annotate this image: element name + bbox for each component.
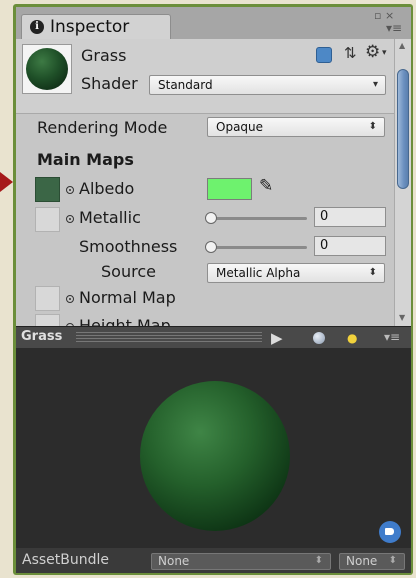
material-thumbnail[interactable] (22, 44, 72, 94)
shader-value: Standard (158, 78, 213, 92)
material-preview[interactable] (16, 348, 411, 548)
metallic-slider-handle[interactable] (205, 212, 217, 224)
inspector-window: i Inspector ▫ × ▾≡ Grass Shader Standard… (16, 7, 411, 573)
material-thumbnail-sphere (26, 48, 68, 90)
rendering-mode-label: Rendering Mode (37, 118, 168, 137)
assetbundle-bar: AssetBundle None ⬍ None ⬍ (16, 548, 411, 573)
source-label: Source (101, 262, 156, 281)
smoothness-slider-track[interactable] (209, 246, 307, 249)
rendering-mode-value: Opaque (216, 120, 264, 134)
scroll-up-icon[interactable]: ▲ (399, 41, 405, 50)
albedo-label: Albedo (79, 179, 135, 198)
source-value: Metallic Alpha (216, 266, 301, 280)
tag-icon[interactable] (379, 521, 401, 543)
gear-dropdown-icon[interactable]: ▾ (382, 48, 387, 58)
annotation-pointer-arrow (0, 172, 13, 192)
shader-label: Shader (81, 74, 138, 93)
normal-map-texture-slot[interactable] (35, 286, 60, 311)
preview-drag-grip[interactable] (76, 332, 262, 344)
source-dropdown[interactable]: Metallic Alpha ⬍ (207, 263, 385, 283)
info-icon: i (30, 20, 44, 34)
updown-arrow-icon: ⬍ (368, 267, 377, 278)
metallic-label: Metallic (79, 208, 141, 227)
metallic-slider-track[interactable] (209, 217, 307, 220)
assetbundle-name-dropdown[interactable]: None ⬍ (151, 553, 331, 570)
window-titlebar: i Inspector ▫ × ▾≡ (16, 7, 411, 40)
material-name: Grass (81, 46, 127, 65)
assetbundle-variant-dropdown[interactable]: None ⬍ (339, 553, 405, 570)
smoothness-value-field[interactable]: 0 (314, 236, 386, 256)
eyedropper-icon[interactable]: ✎ (259, 176, 273, 196)
updown-arrow-icon: ⬍ (368, 121, 377, 132)
updown-arrow-icon: ⬍ (314, 555, 323, 566)
smoothness-slider-handle[interactable] (205, 241, 217, 253)
chevron-down-icon: ▾ (372, 79, 378, 90)
metallic-value-field[interactable]: 0 (314, 207, 386, 227)
preview-menu-icon[interactable]: ▾≡ (384, 330, 400, 344)
inspector-panel: Grass Shader Standard ▾ ⇅ ⚙ ▾ Rendering … (16, 39, 394, 326)
preview-toolbar: Grass ▶ ● ▾≡ (16, 326, 411, 349)
scroll-down-icon[interactable]: ▼ (399, 313, 405, 322)
assetbundle-label: AssetBundle (22, 552, 110, 568)
height-map-label: Height Map (79, 316, 171, 326)
height-map-texture-slot[interactable] (35, 314, 60, 326)
presets-icon[interactable]: ⇅ (344, 44, 357, 62)
shader-dropdown[interactable]: Standard ▾ (149, 75, 386, 95)
preview-sphere (140, 381, 290, 531)
tab-label: Inspector (50, 17, 130, 37)
assetbundle-variant-value: None (346, 554, 378, 568)
lights-icon[interactable]: ● (347, 331, 357, 345)
preview-title: Grass (21, 329, 63, 344)
rendering-mode-dropdown[interactable]: Opaque ⬍ (207, 117, 385, 137)
object-picker-icon[interactable] (66, 295, 74, 303)
smoothness-label: Smoothness (79, 237, 178, 256)
gear-icon[interactable]: ⚙ (365, 42, 380, 62)
object-picker-icon[interactable] (66, 215, 74, 223)
updown-arrow-icon: ⬍ (388, 555, 397, 566)
tab-inspector[interactable]: i Inspector (21, 14, 171, 40)
sphere-icon[interactable] (313, 332, 325, 344)
object-picker-icon[interactable] (66, 186, 74, 194)
inspector-scrollbar[interactable]: ▲ ▼ (394, 39, 411, 326)
albedo-texture-slot[interactable] (35, 177, 60, 202)
scrollbar-thumb[interactable] (397, 69, 409, 189)
main-maps-heading: Main Maps (37, 150, 134, 169)
play-icon[interactable]: ▶ (271, 329, 283, 347)
material-book-icon[interactable] (316, 47, 332, 63)
window-menu-icon[interactable]: ▾≡ (386, 21, 402, 35)
metallic-texture-slot[interactable] (35, 207, 60, 232)
assetbundle-name-value: None (158, 554, 190, 568)
material-header: Grass Shader Standard ▾ ⇅ ⚙ ▾ (16, 39, 394, 114)
albedo-color-swatch[interactable] (207, 178, 252, 200)
normal-map-label: Normal Map (79, 288, 176, 307)
